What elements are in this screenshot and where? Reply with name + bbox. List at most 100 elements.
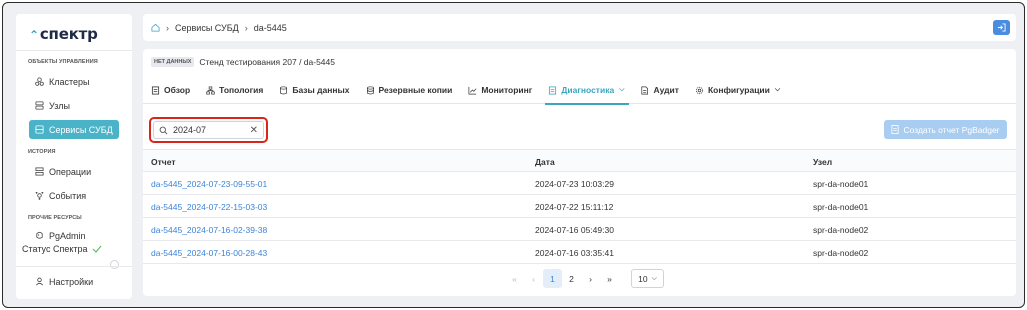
divider xyxy=(16,50,132,51)
user-icon xyxy=(36,277,43,286)
divider xyxy=(16,266,132,267)
tab-audit[interactable]: Аудит xyxy=(640,77,679,104)
report-icon xyxy=(891,125,900,134)
sidebar-item-pgadmin[interactable]: PgAdmin xyxy=(29,226,119,245)
sidebar-item-operations[interactable]: Операции xyxy=(29,162,119,181)
checkmark-icon xyxy=(92,245,101,253)
report-node: spr-da-node01 xyxy=(813,178,869,189)
topology-icon xyxy=(206,86,215,94)
gear-icon xyxy=(695,86,704,94)
tab-diagnostics[interactable]: Диагностика ⌵ xyxy=(545,77,630,105)
report-date: 2024-07-22 15:11:12 xyxy=(535,201,614,212)
tab-label: Конфигурации xyxy=(707,85,770,95)
search-input[interactable]: 2024-07 ✕ xyxy=(153,121,264,139)
chevron-right-icon: › xyxy=(166,22,169,33)
sidebar-item-clusters[interactable]: Кластеры xyxy=(29,72,119,91)
last-page-button[interactable]: » xyxy=(600,269,619,288)
sidebar-item-label: Операции xyxy=(49,166,92,177)
next-page-button[interactable]: › xyxy=(581,269,600,288)
table-header: Отчет Дата Узел xyxy=(143,149,1016,172)
tab-label: Аудит xyxy=(653,85,679,95)
audit-icon xyxy=(641,86,649,94)
sidebar-item-label: Настройки xyxy=(49,276,94,287)
create-pgbadger-report-button[interactable]: Создать отчет PgBadger xyxy=(884,120,1007,139)
section-management: ОБЪЕКТЫ УПРАВЛЕНИЯ xyxy=(28,59,98,65)
server-icon xyxy=(35,101,44,110)
report-link[interactable]: da-5445_2024-07-16-00-28-43 xyxy=(151,241,267,264)
section-other-resources: ПРОЧИЕ РЕСУРСЫ xyxy=(28,215,82,221)
report-link[interactable]: da-5445_2024-07-22-15-03-03 xyxy=(151,195,267,218)
subtitle-text: Стенд тестирования 207 / da-5445 xyxy=(199,57,335,67)
tab-backups[interactable]: Резервные копии xyxy=(366,77,452,104)
app-window: ⌃спектр ОБЪЕКТЫ УПРАВЛЕНИЯ Кластеры Узлы… xyxy=(2,2,1025,308)
search-icon xyxy=(159,126,168,134)
table-row: da-5445_2024-07-16-02-39-38 2024-07-16 0… xyxy=(143,218,1016,241)
prev-page-button[interactable]: ‹ xyxy=(524,269,543,288)
status-badge: НЕТ ДАННЫХ xyxy=(151,57,195,67)
sidebar-item-label: Кластеры xyxy=(49,76,90,87)
sidebar: ⌃спектр ОБЪЕКТЫ УПРАВЛЕНИЯ Кластеры Узлы… xyxy=(16,14,132,299)
clear-search-icon[interactable]: ✕ xyxy=(250,125,258,136)
sidebar-item-settings[interactable]: Настройки xyxy=(29,272,119,291)
report-date: 2024-07-23 10:03:29 xyxy=(535,178,614,189)
page-button[interactable]: 1 xyxy=(543,269,562,288)
events-icon xyxy=(35,191,44,200)
logo-mark-icon: ⌃ xyxy=(29,28,39,42)
database-icon xyxy=(35,125,44,134)
column-header-date[interactable]: Дата xyxy=(535,150,555,173)
reports-table: Отчет Дата Узел da-5445_2024-07-23-09-55… xyxy=(143,149,1016,264)
home-icon[interactable] xyxy=(151,23,160,32)
report-node: spr-da-node01 xyxy=(813,201,869,212)
monitoring-icon xyxy=(468,86,477,94)
tab-databases[interactable]: Базы данных xyxy=(279,77,350,104)
pagination: « ‹ 1 2 › » 10 ⌵ xyxy=(505,269,664,288)
tab-overview[interactable]: Обзор xyxy=(151,77,190,104)
tab-topology[interactable]: Топология xyxy=(206,77,263,104)
tab-label: Базы данных xyxy=(292,85,350,95)
report-link[interactable]: da-5445_2024-07-23-09-55-01 xyxy=(151,172,267,195)
logout-button[interactable] xyxy=(993,20,1010,35)
column-header-node[interactable]: Узел xyxy=(813,150,832,173)
page-button[interactable]: 2 xyxy=(562,269,581,288)
sidebar-item-label: События xyxy=(49,190,87,201)
tab-label: Топология xyxy=(219,85,264,95)
report-node: spr-da-node02 xyxy=(813,247,869,258)
cluster-icon xyxy=(35,77,44,86)
tab-label: Мониторинг xyxy=(481,85,533,95)
status-label: Статус Спектра xyxy=(22,244,88,254)
per-page-value: 10 xyxy=(638,273,648,284)
report-link[interactable]: da-5445_2024-07-16-02-39-38 xyxy=(151,218,267,241)
button-label: Создать отчет PgBadger xyxy=(903,124,1000,135)
sidebar-item-dbms-services[interactable]: Сервисы СУБД xyxy=(29,120,119,139)
report-date: 2024-07-16 05:49:30 xyxy=(535,224,614,235)
database-icon xyxy=(280,85,288,94)
service-subtitle: НЕТ ДАННЫХ Стенд тестирования 207 / da-5… xyxy=(151,57,335,67)
sidebar-item-nodes[interactable]: Узлы xyxy=(29,96,119,115)
breadcrumb: › Сервисы СУБД › da-5445 xyxy=(143,23,287,33)
search-highlight: 2024-07 ✕ xyxy=(149,117,268,143)
per-page-select[interactable]: 10 ⌵ xyxy=(631,269,664,288)
chevron-down-icon: ⌵ xyxy=(651,274,657,282)
table-row: da-5445_2024-07-16-00-28-43 2024-07-16 0… xyxy=(143,241,1016,264)
breadcrumb-item[interactable]: Сервисы СУБД xyxy=(175,23,239,33)
tab-label: Обзор xyxy=(164,85,191,95)
tab-monitoring[interactable]: Мониторинг xyxy=(468,77,532,104)
chevron-down-icon: ⌵ xyxy=(774,86,781,93)
sidebar-item-label: Узлы xyxy=(49,100,70,111)
logo[interactable]: ⌃спектр xyxy=(29,25,98,43)
logo-text: спектр xyxy=(39,25,98,43)
sidebar-item-events[interactable]: События xyxy=(29,186,119,205)
logout-icon xyxy=(997,23,1006,32)
operations-icon xyxy=(35,167,44,176)
header-bar: › Сервисы СУБД › da-5445 xyxy=(143,14,1016,41)
first-page-button[interactable]: « xyxy=(505,269,524,288)
table-row: da-5445_2024-07-23-09-55-01 2024-07-23 1… xyxy=(143,172,1016,195)
chevron-right-icon: › xyxy=(244,22,248,33)
backup-icon xyxy=(366,85,374,94)
sidebar-item-label: Сервисы СУБД xyxy=(49,124,113,135)
column-header-report[interactable]: Отчет xyxy=(151,150,176,173)
tab-configurations[interactable]: Конфигурации ⌵ xyxy=(695,77,780,104)
collapse-sidebar-button[interactable] xyxy=(110,260,119,269)
report-node: spr-da-node02 xyxy=(813,224,869,235)
tab-label: Диагностика xyxy=(561,85,615,95)
